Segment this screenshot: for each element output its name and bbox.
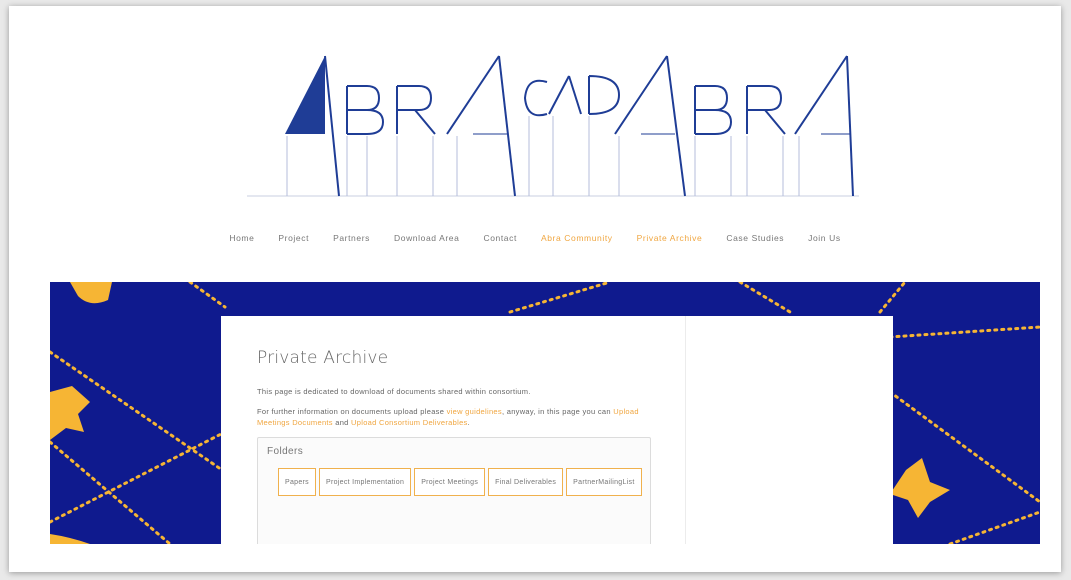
folder-partner-mailing-list[interactable]: PartnerMailingList xyxy=(566,468,642,496)
nav-join-us[interactable]: Join Us xyxy=(808,224,841,252)
info-middle: , anyway, in this page you can xyxy=(501,407,614,416)
upload-deliverables-link[interactable]: Upload Consortium Deliverables xyxy=(351,418,468,427)
nav-home[interactable]: Home xyxy=(229,224,254,252)
browser-page: Home Project Partners Download Area Cont… xyxy=(9,6,1061,572)
folders-panel: Folders Papers Project Implementation Pr… xyxy=(257,437,651,544)
view-guidelines-link[interactable]: view guidelines xyxy=(447,407,502,416)
folder-final-deliverables[interactable]: Final Deliverables xyxy=(488,468,564,496)
info-suffix: . xyxy=(467,418,470,427)
info-and: and xyxy=(332,418,352,427)
folders-label: Folders xyxy=(267,446,304,457)
nav-abra-community[interactable]: Abra Community xyxy=(541,224,613,252)
content-card: Private Archive This page is dedicated t… xyxy=(221,316,893,544)
info-prefix: For further information on documents upl… xyxy=(257,407,447,416)
folder-project-meetings[interactable]: Project Meetings xyxy=(414,468,486,496)
info-text: For further information on documents upl… xyxy=(257,406,665,428)
folder-list: Papers Project Implementation Project Me… xyxy=(278,468,648,496)
page-title: Private Archive xyxy=(257,348,389,368)
main-nav: Home Project Partners Download Area Cont… xyxy=(209,224,861,252)
site-logo[interactable] xyxy=(247,46,859,206)
nav-project[interactable]: Project xyxy=(278,224,309,252)
intro-text: This page is dedicated to download of do… xyxy=(257,387,531,396)
nav-partners[interactable]: Partners xyxy=(333,224,370,252)
nav-private-archive[interactable]: Private Archive xyxy=(637,224,703,252)
main-content: Private Archive This page is dedicated t… xyxy=(257,348,665,544)
folder-project-implementation[interactable]: Project Implementation xyxy=(318,468,412,496)
nav-case-studies[interactable]: Case Studies xyxy=(726,224,784,252)
nav-download-area[interactable]: Download Area xyxy=(394,224,459,252)
sidebar-divider xyxy=(685,316,686,544)
folder-papers[interactable]: Papers xyxy=(278,468,316,496)
nav-contact[interactable]: Contact xyxy=(483,224,517,252)
